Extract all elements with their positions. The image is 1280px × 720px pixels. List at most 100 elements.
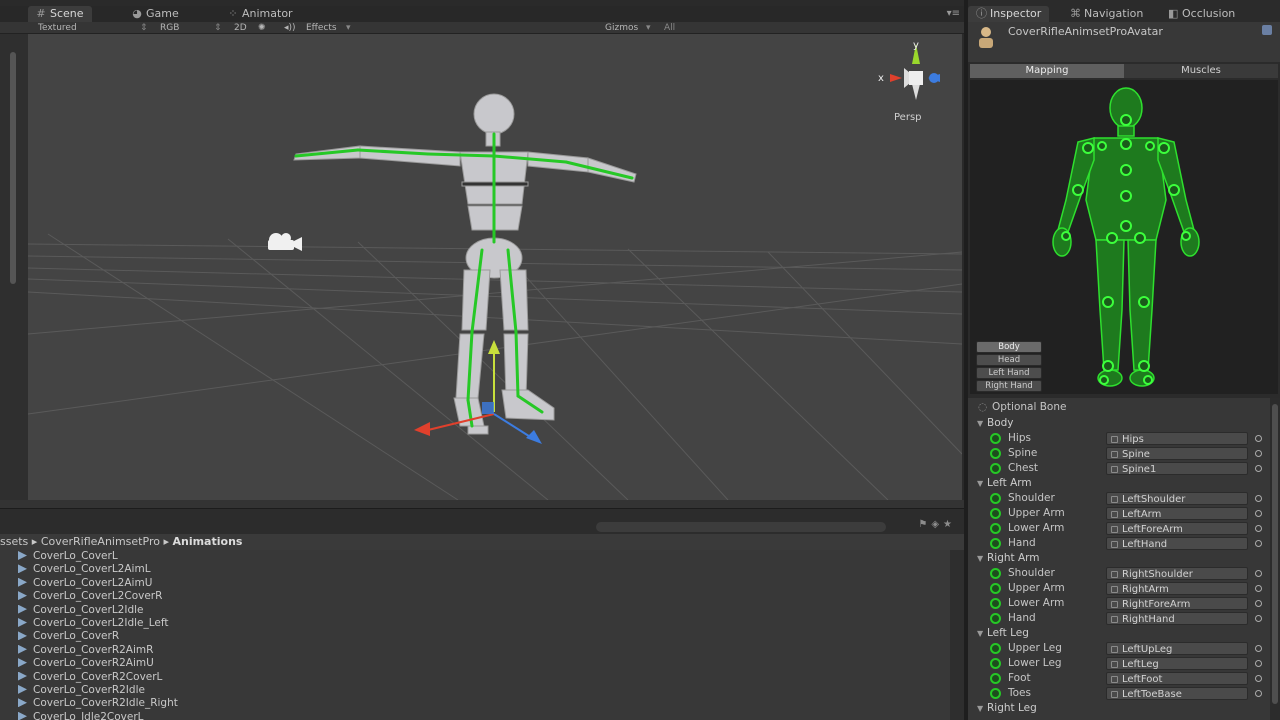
bone-transform-field[interactable]: Hips: [1106, 432, 1248, 445]
speaker-icon[interactable]: ◂)): [284, 22, 296, 34]
object-picker-icon[interactable]: [1255, 600, 1262, 607]
object-picker-icon[interactable]: [1255, 570, 1262, 577]
object-picker-icon[interactable]: [1255, 675, 1262, 682]
toggle-2d-button[interactable]: 2D: [234, 22, 247, 34]
list-item[interactable]: CoverLo_CoverL2Idle_Left: [0, 617, 950, 630]
object-picker-icon[interactable]: [1255, 660, 1262, 667]
breadcrumb-assets[interactable]: ssets: [0, 535, 28, 548]
list-item[interactable]: CoverLo_CoverL2CoverR: [0, 590, 950, 603]
tab-animator[interactable]: ⁘ Animator: [220, 6, 301, 22]
object-picker-icon[interactable]: [1255, 465, 1262, 472]
foldout-triangle-icon[interactable]: ▼: [977, 551, 987, 566]
foldout-triangle-icon[interactable]: ▼: [977, 416, 987, 431]
list-item[interactable]: CoverLo_CoverL2AimL: [0, 563, 950, 576]
foldout-triangle-icon[interactable]: ▼: [977, 476, 987, 491]
list-item[interactable]: CoverLo_CoverR2Idle: [0, 684, 950, 697]
bone-transform-field[interactable]: RightShoulder: [1106, 567, 1248, 580]
bone-status-icon[interactable]: [990, 493, 1001, 504]
scene-scrollbar[interactable]: [10, 52, 16, 284]
bone-transform-field[interactable]: LeftHand: [1106, 537, 1248, 550]
list-item[interactable]: CoverLo_CoverR2AimR: [0, 644, 950, 657]
bone-group-header[interactable]: ▼ Right Arm: [968, 551, 1270, 566]
bone-transform-field[interactable]: LeftUpLeg: [1106, 642, 1248, 655]
object-picker-icon[interactable]: [1255, 495, 1262, 502]
bone-status-icon[interactable]: [990, 433, 1001, 444]
bone-group-header[interactable]: ▼ Left Arm: [968, 476, 1270, 491]
lock-icon[interactable]: [1262, 25, 1272, 35]
object-picker-icon[interactable]: [1255, 510, 1262, 517]
tab-game[interactable]: ◕ Game: [124, 6, 187, 22]
tab-occlusion[interactable]: ◧ Occlusion: [1160, 6, 1243, 22]
render-mode-dropdown[interactable]: RGB: [160, 22, 179, 34]
breadcrumb-coverrifle[interactable]: CoverRifleAnimsetPro: [41, 535, 160, 548]
inspector-scroll-thumb[interactable]: [1272, 404, 1278, 704]
body-part-left-hand-button[interactable]: Left Hand: [976, 367, 1042, 379]
list-item[interactable]: CoverLo_CoverR2CoverL: [0, 671, 950, 684]
bone-status-icon[interactable]: [990, 688, 1001, 699]
sun-icon[interactable]: ✺: [258, 22, 266, 34]
bone-status-icon[interactable]: [990, 538, 1001, 549]
object-picker-icon[interactable]: [1255, 585, 1262, 592]
bone-group-header[interactable]: ▼ Body: [968, 416, 1270, 431]
foldout-triangle-icon[interactable]: ▼: [977, 701, 987, 716]
object-picker-icon[interactable]: [1255, 450, 1262, 457]
list-item[interactable]: CoverLo_CoverL2Idle: [0, 604, 950, 617]
search-all-input[interactable]: All: [664, 22, 675, 34]
bone-status-icon[interactable]: [990, 508, 1001, 519]
project-search-input[interactable]: [596, 522, 886, 532]
tab-mapping[interactable]: Mapping: [970, 64, 1124, 78]
bone-group-header[interactable]: ▼ Right Leg: [968, 701, 1270, 716]
body-part-right-hand-button[interactable]: Right Hand: [976, 380, 1042, 392]
bone-transform-field[interactable]: LeftArm: [1106, 507, 1248, 520]
list-item[interactable]: CoverLo_CoverR2Idle_Right: [0, 697, 950, 710]
list-item[interactable]: CoverLo_CoverR: [0, 630, 950, 643]
bone-transform-field[interactable]: LeftShoulder: [1106, 492, 1248, 505]
breadcrumb-animations[interactable]: Animations: [172, 535, 242, 548]
object-picker-icon[interactable]: [1255, 540, 1262, 547]
body-part-head-button[interactable]: Head: [976, 354, 1042, 366]
object-picker-icon[interactable]: [1255, 435, 1262, 442]
bone-status-icon[interactable]: [990, 613, 1001, 624]
list-item[interactable]: CoverLo_CoverR2AimU: [0, 657, 950, 670]
bone-status-icon[interactable]: [990, 583, 1001, 594]
list-item[interactable]: CoverLo_Idle2CoverL: [0, 711, 950, 720]
bone-status-icon[interactable]: [990, 568, 1001, 579]
bone-transform-field[interactable]: LeftForeArm: [1106, 522, 1248, 535]
bone-transform-field[interactable]: LeftFoot: [1106, 672, 1248, 685]
object-picker-icon[interactable]: [1255, 645, 1262, 652]
bone-status-icon[interactable]: [990, 448, 1001, 459]
bone-status-icon[interactable]: [990, 673, 1001, 684]
object-picker-icon[interactable]: [1255, 615, 1262, 622]
effects-dropdown[interactable]: Effects: [306, 22, 337, 34]
tab-navigation[interactable]: ⌘ Navigation: [1062, 6, 1151, 22]
tab-scene[interactable]: # Scene: [28, 6, 92, 22]
foldout-triangle-icon[interactable]: ▼: [977, 626, 987, 641]
list-item[interactable]: CoverLo_CoverL2AimU: [0, 577, 950, 590]
bone-status-icon[interactable]: [990, 658, 1001, 669]
object-picker-icon[interactable]: [1255, 690, 1262, 697]
tab-inspector[interactable]: ⓘ Inspector: [968, 6, 1050, 22]
inspector-scrollbar[interactable]: [1270, 398, 1280, 720]
bone-status-icon[interactable]: [990, 463, 1001, 474]
shading-mode-dropdown[interactable]: Textured: [38, 22, 77, 34]
orientation-gizmo[interactable]: x y Persp: [878, 40, 940, 123]
bone-transform-field[interactable]: LeftLeg: [1106, 657, 1248, 670]
tab-muscles[interactable]: Muscles: [1124, 64, 1278, 78]
scene-viewport[interactable]: x y Persp: [28, 34, 962, 500]
gizmos-dropdown[interactable]: Gizmos: [605, 22, 638, 34]
bone-transform-field[interactable]: Spine1: [1106, 462, 1248, 475]
bone-transform-field[interactable]: RightHand: [1106, 612, 1248, 625]
bone-status-icon[interactable]: [990, 643, 1001, 654]
bone-transform-field[interactable]: RightForeArm: [1106, 597, 1248, 610]
bone-group-header[interactable]: ▼ Left Leg: [968, 626, 1270, 641]
project-filter-icons[interactable]: ⚑◈★: [918, 519, 956, 530]
object-picker-icon[interactable]: [1255, 525, 1262, 532]
bone-status-icon[interactable]: [990, 523, 1001, 534]
bone-transform-field[interactable]: LeftToeBase: [1106, 687, 1248, 700]
bone-transform-field[interactable]: Spine: [1106, 447, 1248, 460]
project-scrollbar[interactable]: [950, 550, 964, 720]
list-item[interactable]: CoverLo_CoverL: [0, 550, 950, 563]
bone-transform-field[interactable]: RightArm: [1106, 582, 1248, 595]
panel-menu-icon[interactable]: ▾≡: [947, 8, 960, 19]
bone-status-icon[interactable]: [990, 598, 1001, 609]
